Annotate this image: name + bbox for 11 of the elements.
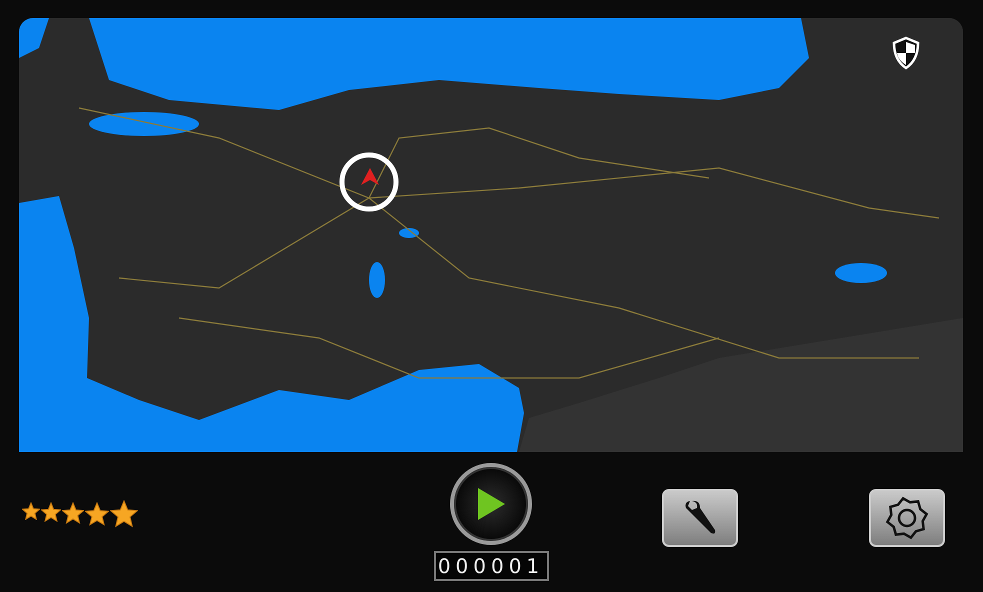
wrench-button[interactable] [662,489,738,547]
star-icon [62,502,84,524]
star-icon [85,502,109,526]
settings-button[interactable] [869,489,945,547]
star-icon [41,502,61,522]
counter-display: 000001 [434,551,548,581]
star-icon [22,502,40,520]
location-marker-icon [339,152,399,212]
star-icon [110,500,138,528]
settings-icon [885,496,929,540]
shield-icon [891,36,921,70]
